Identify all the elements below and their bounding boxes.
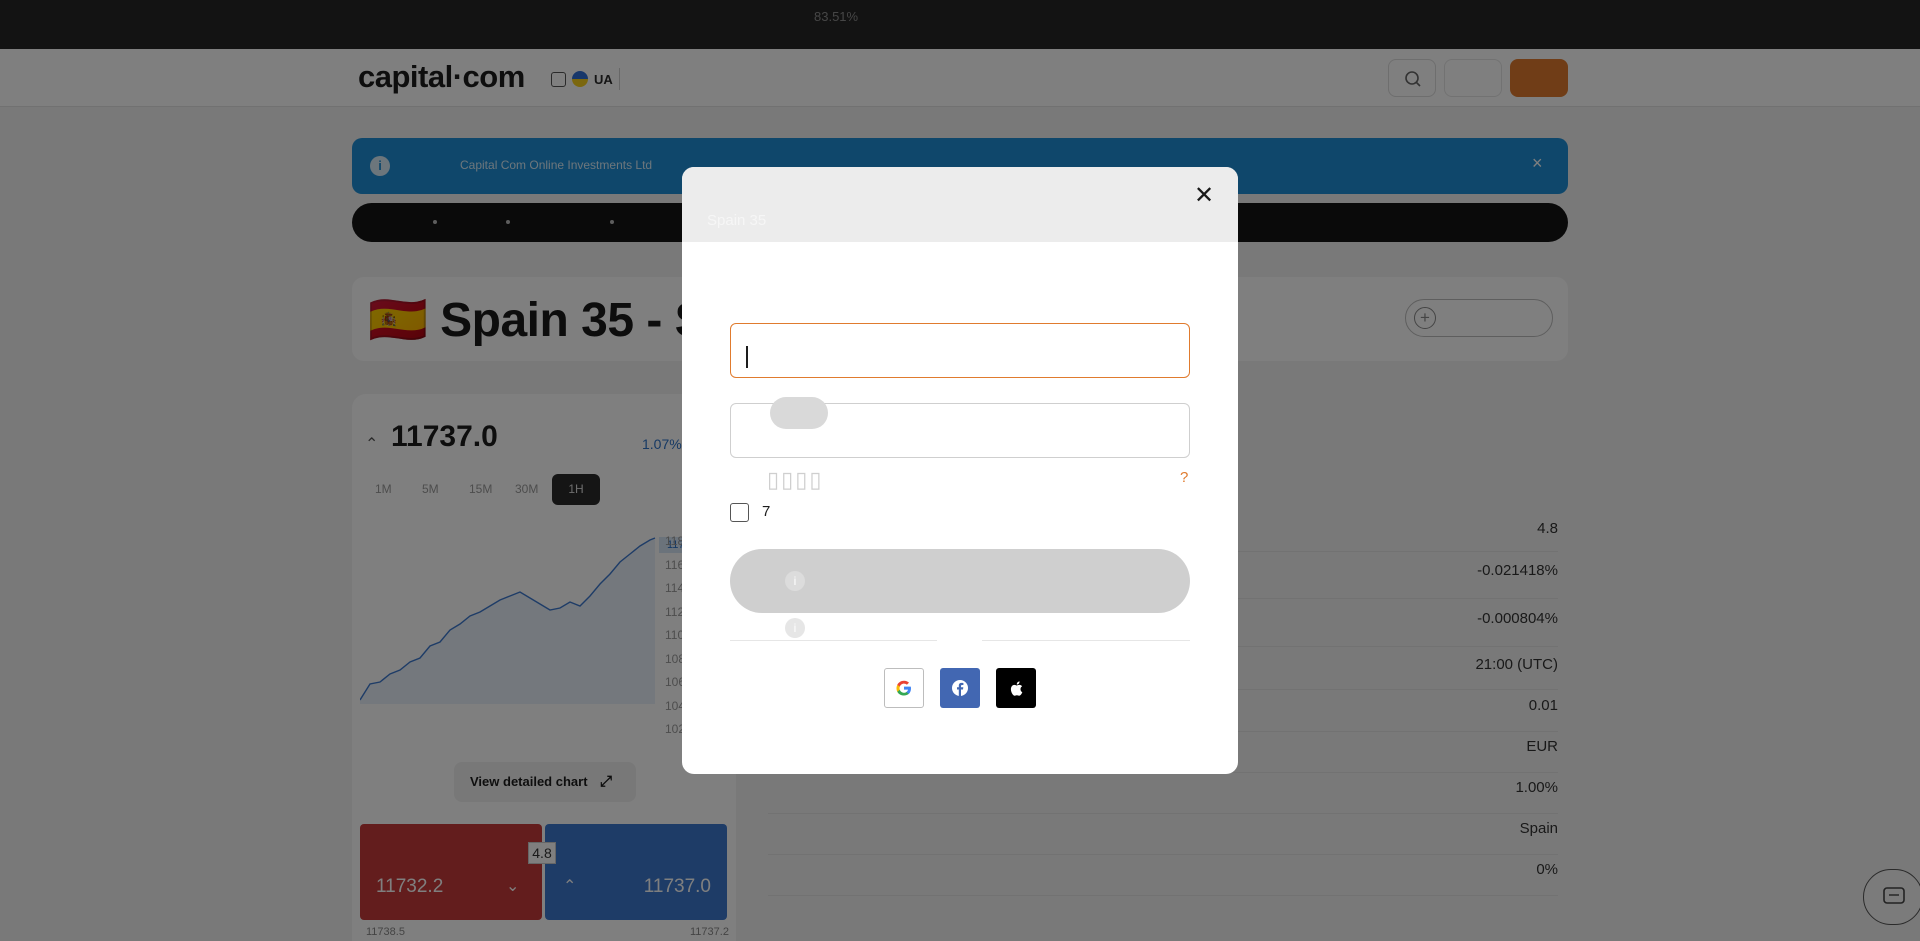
modal-subtitle: Spain 35 [707, 212, 767, 229]
google-login-button[interactable] [884, 668, 924, 708]
password-placeholder-pill [770, 397, 828, 429]
apple-icon [1010, 681, 1023, 696]
google-icon [896, 680, 911, 696]
text-caret [746, 346, 748, 368]
password-mask: ▯▯▯▯ [767, 467, 824, 492]
info-icon: i [785, 571, 805, 591]
modal-header: Spain 35 [682, 167, 1238, 242]
facebook-icon [952, 680, 968, 696]
info-icon: i [785, 618, 805, 638]
continue-button[interactable]: i [730, 549, 1190, 613]
facebook-login-button[interactable] [940, 668, 980, 708]
remember-checkbox[interactable] [730, 503, 749, 522]
remember-checkbox-label: 7 [762, 503, 771, 520]
close-icon[interactable]: ✕ [1192, 184, 1216, 208]
login-modal: Spain 35 ✕ ▯▯▯▯ ? 7 i i [682, 167, 1238, 774]
divider-left [730, 640, 937, 641]
email-field[interactable] [730, 323, 1190, 378]
divider-right [982, 640, 1190, 641]
apple-login-button[interactable] [996, 668, 1036, 708]
password-field[interactable] [730, 397, 1190, 458]
forgot-password-link[interactable]: ? [1180, 469, 1188, 486]
